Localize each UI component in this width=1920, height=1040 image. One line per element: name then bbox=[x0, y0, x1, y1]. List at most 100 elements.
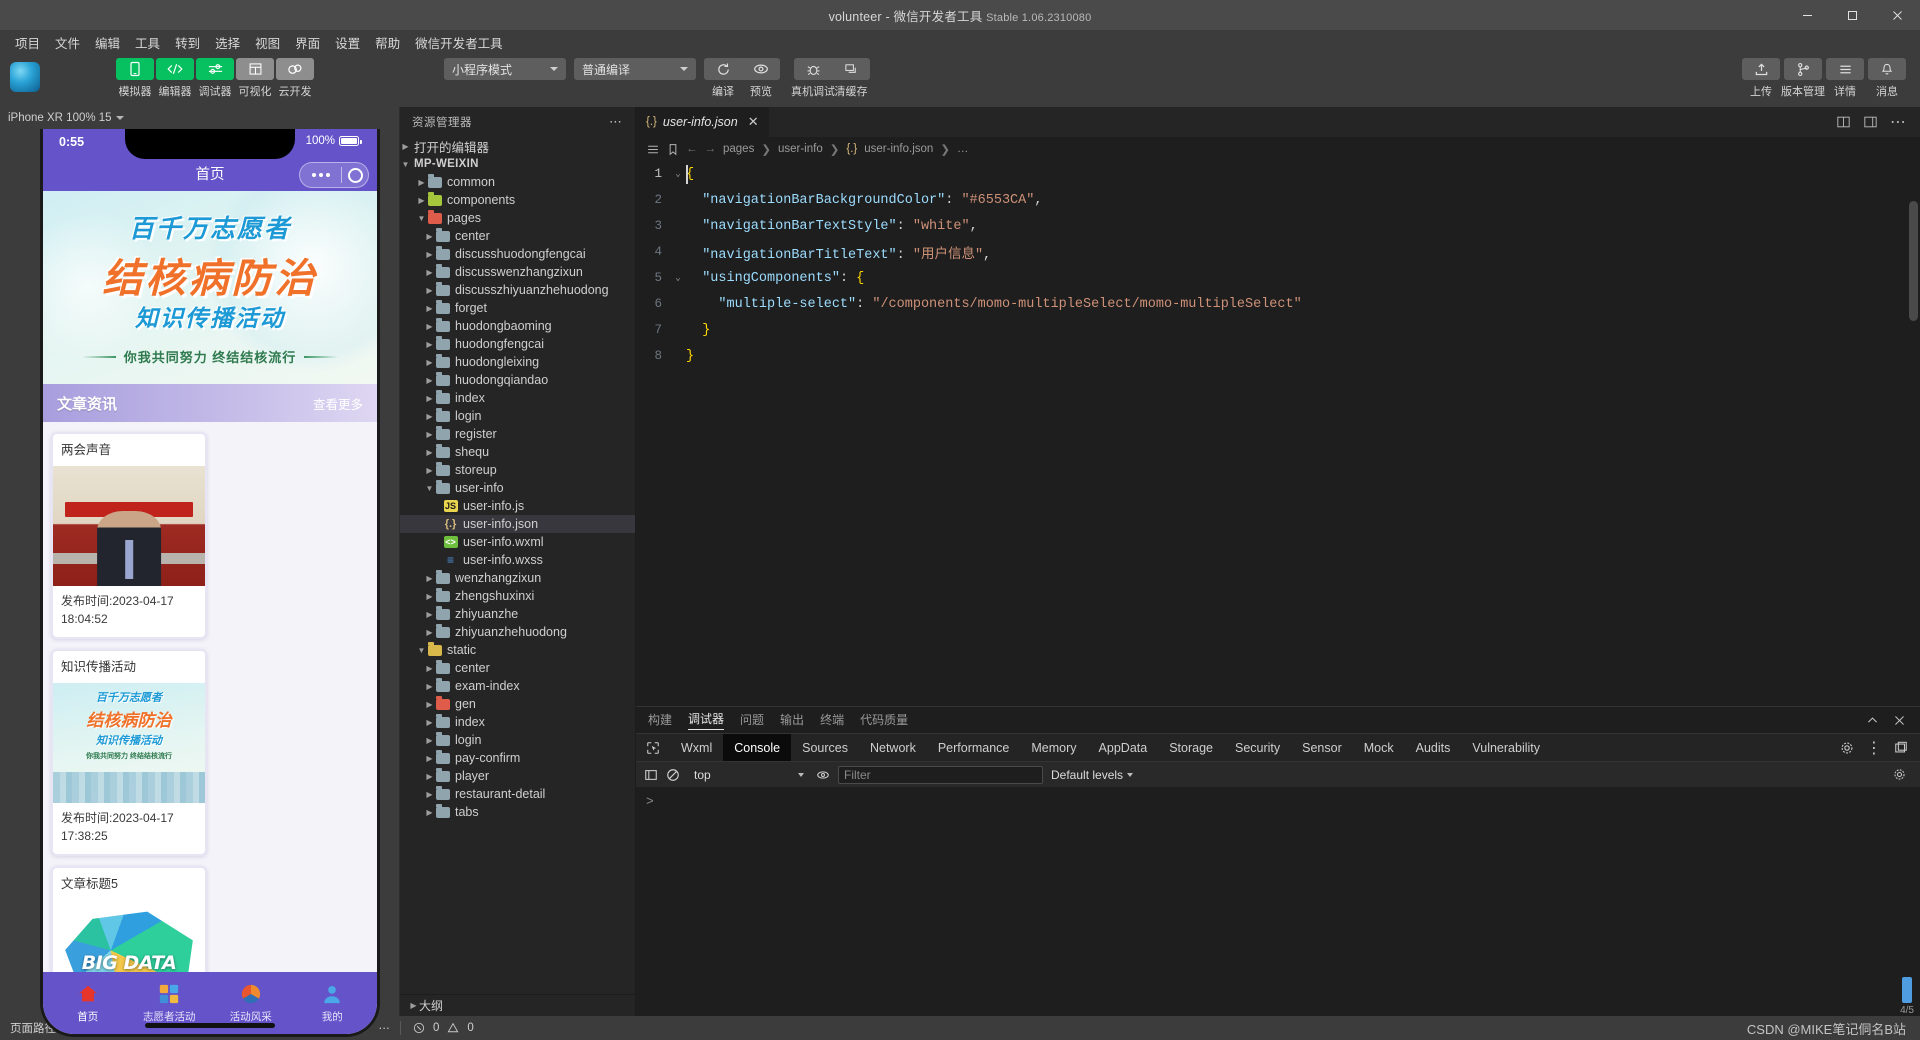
tree-folder-item[interactable]: ▶ exam-index bbox=[400, 677, 635, 695]
compile-select[interactable]: 普通编译 bbox=[574, 58, 696, 80]
ellipsis-icon[interactable]: ⋯ bbox=[609, 114, 623, 130]
tree-folder-item[interactable]: ▶ huodongbaoming bbox=[400, 317, 635, 335]
tree-folder-item[interactable]: ▶ tabs bbox=[400, 803, 635, 821]
console-filter-input[interactable]: Filter bbox=[838, 765, 1043, 784]
console-output[interactable]: > 4/5 bbox=[636, 787, 1920, 1016]
panel-tab-5[interactable]: 代码质量 bbox=[860, 711, 908, 730]
problems-summary[interactable]: 0 0 bbox=[401, 1022, 474, 1034]
toolbar-action-3[interactable]: 消息 bbox=[1868, 58, 1906, 99]
tree-folder-item[interactable]: ▶ wenzhangzixun bbox=[400, 569, 635, 587]
mode-select[interactable]: 小程序模式 bbox=[444, 58, 566, 80]
tree-folder-item[interactable]: ▶ discusshuodongfengcai bbox=[400, 245, 635, 263]
article-card[interactable]: 文章标题5 BIG DATA bbox=[51, 865, 207, 972]
code-editor[interactable]: 1 ⌄{2 "navigationBarBackgroundColor": "#6… bbox=[636, 161, 1920, 706]
forward-arrow-icon[interactable]: → bbox=[705, 143, 717, 155]
tree-folder-item[interactable]: ▶ discusswenzhangzixun bbox=[400, 263, 635, 281]
tree-folder-item[interactable]: ▶ gen bbox=[400, 695, 635, 713]
devtools-tab-sources[interactable]: Sources bbox=[791, 734, 859, 762]
tree-folder-item[interactable]: ▶ forget bbox=[400, 299, 635, 317]
live-expression-icon[interactable] bbox=[816, 768, 830, 782]
tree-folder-item[interactable]: ▶ login bbox=[400, 407, 635, 425]
devtools-tab-appdata[interactable]: AppData bbox=[1088, 734, 1159, 762]
sidebar-icon[interactable] bbox=[644, 768, 658, 782]
menu-item-7[interactable]: 界面 bbox=[288, 30, 327, 55]
menu-item-4[interactable]: 转到 bbox=[168, 30, 207, 55]
tree-folder-item[interactable]: ▶ huodongfengcai bbox=[400, 335, 635, 353]
devtools-tab-audits[interactable]: Audits bbox=[1405, 734, 1462, 762]
toolbar-toggle-1[interactable]: 编辑器 bbox=[156, 58, 194, 99]
console-levels-select[interactable]: Default levels bbox=[1051, 768, 1134, 782]
devtools-tab-wxml[interactable]: Wxml bbox=[670, 734, 723, 762]
menu-item-1[interactable]: 文件 bbox=[48, 30, 87, 55]
tree-folder-item[interactable]: ▼ static bbox=[400, 641, 635, 659]
split-editor-icon[interactable] bbox=[1836, 115, 1851, 129]
outline-section[interactable]: ▶ 大纲 bbox=[400, 994, 635, 1016]
toolbar-toggle-2[interactable]: 调试器 bbox=[196, 58, 234, 99]
tree-folder-item[interactable]: ▼ pages bbox=[400, 209, 635, 227]
devtools-tab-mock[interactable]: Mock bbox=[1353, 734, 1405, 762]
tree-folder-item[interactable]: ▶ index bbox=[400, 713, 635, 731]
layout-icon[interactable] bbox=[1863, 115, 1878, 129]
devtools-tab-storage[interactable]: Storage bbox=[1158, 734, 1224, 762]
tree-folder-item[interactable]: ▶ zhiyuanzhehuodong bbox=[400, 623, 635, 641]
devtools-tab-memory[interactable]: Memory bbox=[1020, 734, 1087, 762]
maximize-button[interactable] bbox=[1830, 0, 1875, 30]
tree-folder-item[interactable]: ▼ user-info bbox=[400, 479, 635, 497]
editor-scrollbar[interactable] bbox=[1909, 201, 1918, 321]
breadcrumb-item-pages[interactable]: pages bbox=[723, 143, 754, 155]
devtools-tab-vulnerability[interactable]: Vulnerability bbox=[1461, 734, 1551, 762]
console-settings-button[interactable] bbox=[1893, 768, 1912, 781]
editor-tab-user-info-json[interactable]: {.} user-info.json ✕ bbox=[636, 107, 769, 137]
dock-icon[interactable] bbox=[1894, 741, 1908, 755]
toolbar-action-2[interactable]: 详情 bbox=[1826, 58, 1864, 99]
menu-item-2[interactable]: 编辑 bbox=[88, 30, 127, 55]
breadcrumb-item-more[interactable]: … bbox=[957, 143, 969, 155]
tree-folder-item[interactable]: ▶ huodongqiandao bbox=[400, 371, 635, 389]
tree-folder-item[interactable]: ▶ common bbox=[400, 173, 635, 191]
tree-file-item[interactable]: JS user-info.js bbox=[400, 497, 635, 515]
ellipsis-icon[interactable]: ⋯ bbox=[379, 1021, 391, 1035]
console-context-select[interactable]: top bbox=[688, 766, 808, 784]
clear-cache-button[interactable]: 清缓存 bbox=[832, 58, 870, 99]
compile-button[interactable]: 编译 bbox=[704, 58, 742, 99]
preview-button[interactable]: 预览 bbox=[742, 58, 780, 99]
tree-folder-item[interactable]: ▶ zhiyuanzhe bbox=[400, 605, 635, 623]
menu-item-8[interactable]: 设置 bbox=[328, 30, 367, 55]
devtools-tab-console[interactable]: Console bbox=[723, 733, 792, 762]
tree-folder-item[interactable]: ▶ components bbox=[400, 191, 635, 209]
devtools-tab-network[interactable]: Network bbox=[859, 734, 927, 762]
menu-item-3[interactable]: 工具 bbox=[128, 30, 167, 55]
inspect-element-icon[interactable] bbox=[636, 741, 670, 755]
chevron-up-icon[interactable] bbox=[1866, 714, 1879, 727]
tabbar-item-3[interactable]: 我的 bbox=[292, 982, 374, 1024]
toolbar-toggle-0[interactable]: 模拟器 bbox=[116, 58, 154, 99]
close-icon[interactable]: ✕ bbox=[748, 114, 759, 130]
menu-item-5[interactable]: 选择 bbox=[208, 30, 247, 55]
menu-item-9[interactable]: 帮助 bbox=[368, 30, 407, 55]
tabbar-item-1[interactable]: 志愿者活动 bbox=[129, 982, 211, 1024]
toolbar-action-1[interactable]: 版本管理 bbox=[1781, 58, 1825, 99]
panel-tab-0[interactable]: 构建 bbox=[648, 711, 672, 730]
more-actions-icon[interactable]: ⋯ bbox=[1890, 112, 1906, 132]
close-icon[interactable] bbox=[1893, 714, 1906, 727]
tree-folder-item[interactable]: ▶ register bbox=[400, 425, 635, 443]
tree-folder-item[interactable]: ▶ storeup bbox=[400, 461, 635, 479]
device-select-value[interactable]: iPhone XR 100% 15 bbox=[8, 112, 112, 124]
panel-tab-3[interactable]: 输出 bbox=[780, 711, 804, 730]
toolbar-toggle-3[interactable]: 可视化 bbox=[236, 58, 274, 99]
project-root-node[interactable]: ▼ MP-WEIXIN bbox=[400, 155, 635, 173]
toolbar-toggle-4[interactable]: 云开发 bbox=[276, 58, 314, 99]
toolbar-action-0[interactable]: 上传 bbox=[1742, 58, 1780, 99]
tree-folder-item[interactable]: ▶ zhengshuxinxi bbox=[400, 587, 635, 605]
panel-tab-2[interactable]: 问题 bbox=[740, 711, 764, 730]
fold-chevron-icon[interactable]: ⌄ bbox=[670, 169, 686, 179]
tree-folder-item[interactable]: ▶ index bbox=[400, 389, 635, 407]
open-editors-section[interactable]: ▶ 打开的编辑器 bbox=[400, 137, 635, 155]
console-scroll-thumb[interactable] bbox=[1902, 977, 1913, 1003]
minimize-button[interactable] bbox=[1785, 0, 1830, 30]
tree-folder-item[interactable]: ▶ huodongleixing bbox=[400, 353, 635, 371]
real-debug-button[interactable]: 真机调试 bbox=[791, 58, 835, 99]
devtools-tab-sensor[interactable]: Sensor bbox=[1291, 734, 1353, 762]
devtools-tab-performance[interactable]: Performance bbox=[927, 734, 1021, 762]
breadcrumb-item-file[interactable]: user-info.json bbox=[864, 143, 933, 155]
